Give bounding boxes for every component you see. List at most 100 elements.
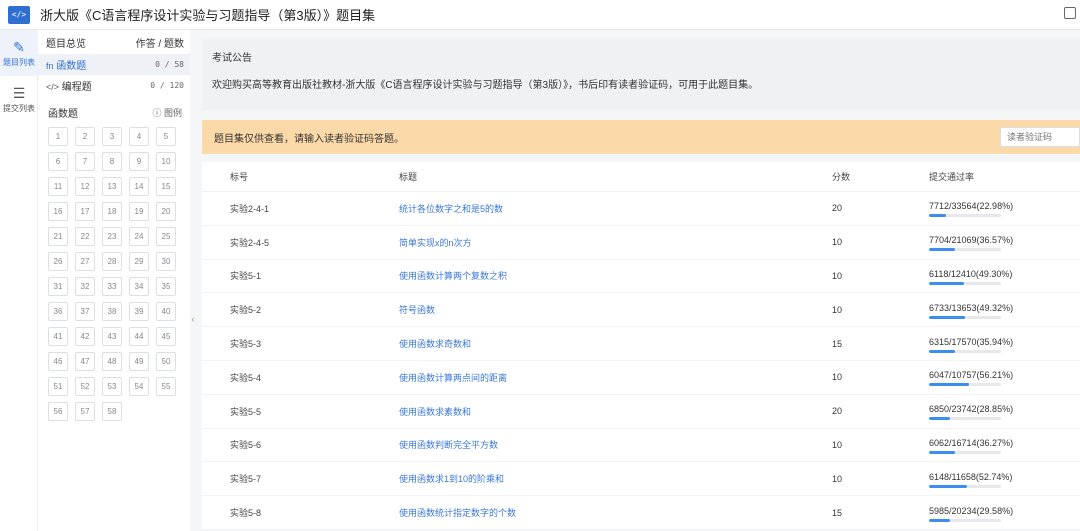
problem-cell[interactable]: 54 (129, 377, 149, 396)
problem-cell[interactable]: 46 (48, 352, 68, 371)
row-score: 20 (832, 203, 843, 214)
problem-cell[interactable]: 5 (156, 127, 176, 146)
problem-cell[interactable]: 36 (48, 302, 68, 321)
header-id[interactable]: 标号 (202, 170, 399, 183)
problem-cell[interactable]: 30 (156, 252, 176, 271)
table-row[interactable]: 实验2-4-1 统计各位数字之和是5的数 20 7712/33564(22.98%) (202, 192, 1080, 226)
problem-cell[interactable]: 48 (102, 352, 122, 371)
problem-cell[interactable]: 51 (48, 377, 68, 396)
table-row[interactable]: 实验5-7 使用函数求1到10的阶乘和 10 6148/11658(52.74%) (202, 462, 1080, 497)
problem-panel: 题目总览 作答 / 题数 fn 函数题 0 / 58 </> 编程题 0 / 1… (38, 30, 190, 531)
problem-cell[interactable]: 3 (102, 127, 122, 146)
rate-text: 7704/21069(36.57%) (929, 235, 1014, 246)
row-title-link[interactable]: 简单实现x的n次方 (399, 236, 832, 249)
row-title-link[interactable]: 使用函数求素数和 (399, 405, 832, 418)
problem-cell[interactable]: 15 (156, 177, 176, 196)
table-row[interactable]: 实验5-5 使用函数求素数和 20 6850/23742(28.85%) (202, 395, 1080, 429)
problem-cell[interactable]: 25 (156, 227, 176, 246)
table-row[interactable]: 实验5-6 使用函数判断完全平方数 10 6062/16714(36.27%) (202, 429, 1080, 463)
problem-cell[interactable]: 34 (129, 277, 149, 296)
problem-cell[interactable]: 40 (156, 302, 176, 321)
problem-cell[interactable]: 16 (48, 202, 68, 221)
problem-cell[interactable]: 44 (129, 327, 149, 346)
problem-cell[interactable]: 18 (102, 202, 122, 221)
problem-cell[interactable]: 27 (75, 252, 95, 271)
problem-cell[interactable]: 17 (75, 202, 95, 221)
problem-cell[interactable]: 57 (75, 402, 95, 421)
table-header: 标号 标题 分数 提交通过率 (202, 162, 1080, 192)
problem-cell[interactable]: 7 (75, 152, 95, 171)
problem-cell[interactable]: 49 (129, 352, 149, 371)
table-row[interactable]: 实验5-4 使用函数计算两点间的距离 10 6047/10757(56.21%) (202, 361, 1080, 395)
row-rate: 6315/17570(35.94%) (929, 327, 1080, 360)
problem-cell[interactable]: 26 (48, 252, 68, 271)
row-title-link[interactable]: 使用函数计算两个复数之积 (399, 269, 832, 282)
problem-cell[interactable]: 53 (102, 377, 122, 396)
row-id: 实验5-4 (230, 372, 262, 383)
rail-item-submission-list[interactable]: ☰ 提交列表 (0, 76, 38, 122)
problem-grid: 1 2 3 4 5 6 7 8 9 10 11 12 13 14 15 16 17 18 19 20 21 22 23 24 2… (38, 127, 190, 421)
problem-cell[interactable]: 8 (102, 152, 122, 171)
row-title-link[interactable]: 使用函数求1到10的阶乘和 (399, 472, 832, 485)
header-score[interactable]: 分数 (832, 170, 929, 183)
problem-cell[interactable]: 6 (48, 152, 68, 171)
row-id: 实验5-7 (230, 474, 262, 485)
problem-cell[interactable]: 42 (75, 327, 95, 346)
row-title-link[interactable]: 统计各位数字之和是5的数 (399, 202, 832, 215)
problem-cell[interactable]: 33 (102, 277, 122, 296)
problem-cell[interactable]: 31 (48, 277, 68, 296)
problem-cell[interactable]: 28 (102, 252, 122, 271)
problem-cell[interactable]: 9 (129, 152, 149, 171)
problem-cell[interactable]: 55 (156, 377, 176, 396)
row-title-link[interactable]: 符号函数 (399, 303, 832, 316)
share-icon[interactable] (1064, 7, 1076, 19)
problem-cell[interactable]: 23 (102, 227, 122, 246)
row-rate: 6118/12410(49.30%) (929, 260, 1080, 293)
header-title[interactable]: 标题 (399, 170, 832, 183)
problem-cell[interactable]: 38 (102, 302, 122, 321)
problem-cell[interactable]: 22 (75, 227, 95, 246)
table-row[interactable]: 实验5-1 使用函数计算两个复数之积 10 6118/12410(49.30%) (202, 260, 1080, 294)
problem-cell[interactable]: 45 (156, 327, 176, 346)
row-title-link[interactable]: 使用函数统计指定数字的个数 (399, 506, 832, 519)
table-row[interactable]: 实验5-2 符号函数 10 6733/13653(49.32%) (202, 293, 1080, 328)
rail-item-problem-list[interactable]: ✎ 题目列表 (0, 30, 38, 76)
problem-cell[interactable]: 19 (129, 202, 149, 221)
problem-cell[interactable]: 12 (75, 177, 95, 196)
row-title-link[interactable]: 使用函数判断完全平方数 (399, 438, 832, 451)
verification-code-input[interactable] (1000, 127, 1080, 147)
legend-button[interactable]: ⓘ 图例 (152, 106, 182, 119)
problem-cell[interactable]: 32 (75, 277, 95, 296)
problem-cell[interactable]: 13 (102, 177, 122, 196)
problem-cell[interactable]: 56 (48, 402, 68, 421)
problem-cell[interactable]: 24 (129, 227, 149, 246)
row-title-link[interactable]: 使用函数求奇数和 (399, 337, 832, 350)
problem-cell[interactable]: 2 (75, 127, 95, 146)
problem-cell[interactable]: 11 (48, 177, 68, 196)
problem-cell[interactable]: 20 (156, 202, 176, 221)
problem-cell[interactable]: 35 (156, 277, 176, 296)
table-row[interactable]: 实验5-8 使用函数统计指定数字的个数 15 5985/20234(29.58%) (202, 496, 1080, 530)
problem-cell[interactable]: 1 (48, 127, 68, 146)
problem-cell[interactable]: 52 (75, 377, 95, 396)
type-function[interactable]: fn 函数题 0 / 58 (38, 54, 190, 75)
problem-cell[interactable]: 50 (156, 352, 176, 371)
header-rate[interactable]: 提交通过率 (929, 162, 1080, 191)
type-programming[interactable]: </> 编程题 0 / 120 (38, 75, 190, 96)
problem-cell[interactable]: 43 (102, 327, 122, 346)
problem-cell[interactable]: 4 (129, 127, 149, 146)
problem-cell[interactable]: 37 (75, 302, 95, 321)
problem-cell[interactable]: 47 (75, 352, 95, 371)
table-row[interactable]: 实验2-4-5 简单实现x的n次方 10 7704/21069(36.57%) (202, 226, 1080, 260)
problem-cell[interactable]: 41 (48, 327, 68, 346)
row-score: 10 (832, 372, 843, 383)
row-title-link[interactable]: 使用函数计算两点间的距离 (399, 371, 832, 384)
collapse-panel-chevron-icon[interactable]: ‹ (189, 310, 197, 328)
table-row[interactable]: 实验5-3 使用函数求奇数和 15 6315/17570(35.94%) (202, 327, 1080, 361)
problem-cell[interactable]: 14 (129, 177, 149, 196)
problem-cell[interactable]: 21 (48, 227, 68, 246)
problem-cell[interactable]: 10 (156, 152, 176, 171)
problem-cell[interactable]: 39 (129, 302, 149, 321)
problem-cell[interactable]: 58 (102, 402, 122, 421)
problem-cell[interactable]: 29 (129, 252, 149, 271)
